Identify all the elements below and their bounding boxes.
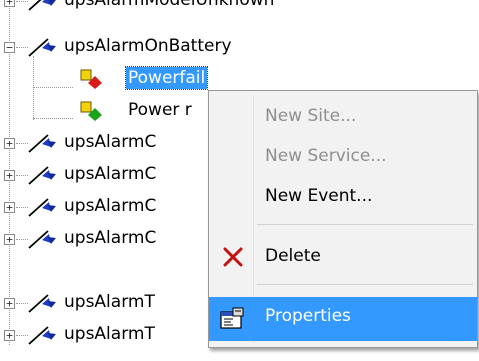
event-icon — [80, 69, 102, 89]
alarm-object-icon — [28, 0, 56, 11]
alarm-object-icon — [28, 326, 56, 345]
expand-icon[interactable]: + — [4, 0, 15, 7]
tree-node-label: upsAlarmC — [64, 196, 157, 216]
alarm-object-icon — [28, 38, 56, 57]
tree-node-label: upsAlarmT — [64, 324, 155, 344]
menu-item-label: New Event... — [265, 186, 373, 206]
properties-icon — [220, 307, 244, 329]
expand-icon[interactable]: + — [4, 202, 15, 213]
tree-node-label: Powerfail — [124, 66, 209, 90]
menu-separator — [257, 284, 473, 285]
menu-item-label: New Service... — [265, 146, 387, 166]
delete-x-icon — [223, 247, 243, 267]
tree-node-label: upsAlarmOnBattery — [64, 36, 232, 56]
expand-icon[interactable]: + — [4, 298, 15, 309]
collapse-icon[interactable]: − — [4, 42, 15, 53]
event-icon — [80, 101, 102, 121]
alarm-object-icon — [28, 294, 56, 313]
menu-item-new-event[interactable]: New Event... — [209, 177, 477, 217]
context-menu[interactable]: New Site... New Service... New Event... … — [208, 90, 478, 348]
alarm-object-icon — [28, 230, 56, 249]
menu-item-properties[interactable]: Properties — [209, 297, 477, 341]
tree-node-label: upsAlarmC — [64, 132, 157, 152]
menu-item-new-site[interactable]: New Site... — [209, 97, 477, 137]
expand-icon[interactable]: + — [4, 138, 15, 149]
menu-item-new-service[interactable]: New Service... — [209, 137, 477, 177]
tree-node-label: upsAlarmC — [64, 164, 157, 184]
tree-node-label: upsAlarmC — [64, 228, 157, 248]
expand-icon[interactable]: + — [4, 234, 15, 245]
menu-separator — [257, 224, 473, 225]
tree-node[interactable]: + upsAlarmModelUnknown — [0, 0, 479, 16]
menu-item-label: Delete — [265, 246, 321, 266]
tree-node-label: upsAlarmModelUnknown — [64, 0, 275, 10]
tree-node-label: Power r — [128, 100, 192, 120]
expand-icon[interactable]: + — [4, 170, 15, 181]
alarm-object-icon — [28, 198, 56, 217]
menu-item-label: Properties — [265, 306, 351, 326]
menu-item-label: New Site... — [265, 106, 357, 126]
tree-node[interactable]: − upsAlarmOnBattery — [0, 32, 479, 62]
expand-icon[interactable]: + — [4, 330, 15, 341]
tree-node-label: upsAlarmT — [64, 292, 155, 312]
menu-item-delete[interactable]: Delete — [209, 237, 477, 277]
alarm-object-icon — [28, 166, 56, 185]
alarm-object-icon — [28, 134, 56, 153]
